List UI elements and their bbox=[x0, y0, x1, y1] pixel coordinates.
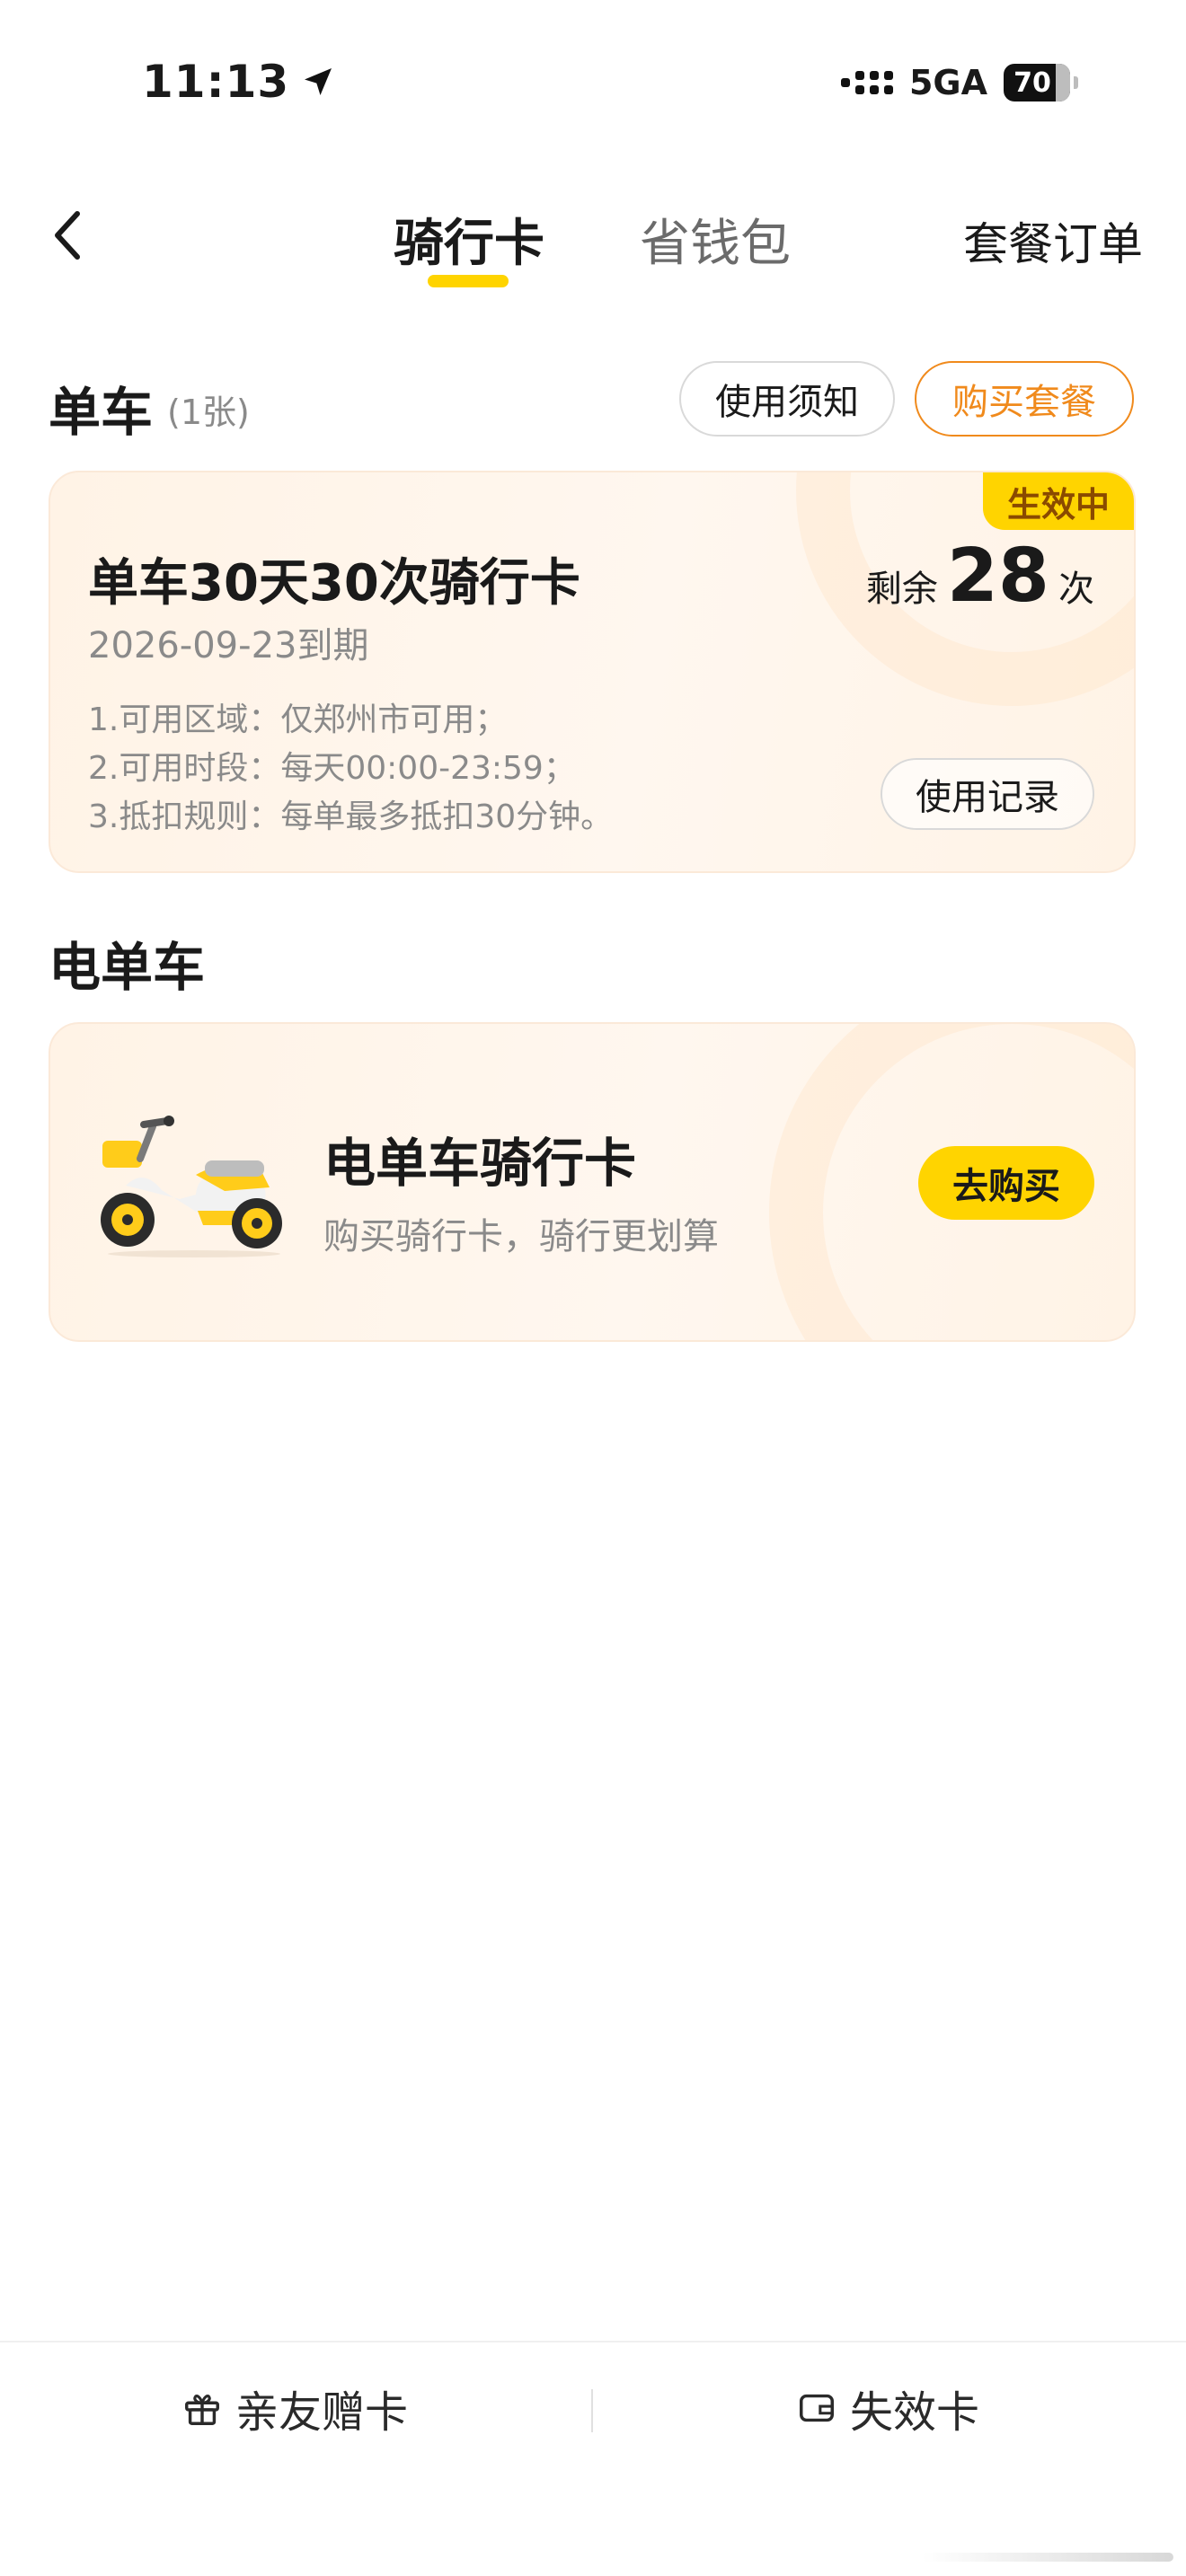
remaining-rides: 剩余 28 次 bbox=[866, 534, 1094, 619]
network-label: 5GA bbox=[908, 63, 987, 102]
remaining-count: 28 bbox=[946, 534, 1049, 619]
bottom-bar-divider bbox=[0, 2341, 1186, 2342]
remaining-label: 剩余 bbox=[865, 569, 938, 610]
bottom-bar-separator bbox=[591, 2389, 593, 2432]
expired-cards-button[interactable]: 失效卡 bbox=[796, 2377, 979, 2439]
active-status-badge: 生效中 bbox=[983, 472, 1134, 530]
ebike-card-title: 电单车骑行卡 bbox=[323, 1133, 637, 1194]
package-orders-link[interactable]: 套餐订单 bbox=[963, 208, 1143, 273]
status-time: 11:13 bbox=[142, 56, 336, 108]
ebike-card-subtitle: 购买骑行卡，骑行更划算 bbox=[323, 1216, 719, 1257]
home-indicator bbox=[922, 2553, 1173, 2562]
location-arrow-icon bbox=[305, 68, 332, 95]
go-buy-button[interactable]: 去购买 bbox=[918, 1146, 1094, 1220]
expired-cards-label: 失效卡 bbox=[850, 2387, 980, 2438]
gift-card-button[interactable]: 亲友赠卡 bbox=[181, 2377, 408, 2439]
tab-ride-card[interactable]: 骑行卡 bbox=[388, 203, 550, 276]
gift-card-label: 亲友赠卡 bbox=[235, 2387, 409, 2438]
usage-records-button[interactable]: 使用记录 bbox=[881, 758, 1094, 830]
bike-ride-card: 生效中 单车30天30次骑行卡 2026-09-23到期 1.可用区域：仅郑州市… bbox=[49, 471, 1136, 873]
rule-line: 3.抵扣规则：每单最多抵扣30分钟。 bbox=[88, 798, 614, 835]
rule-line: 1.可用区域：仅郑州市可用； bbox=[88, 701, 508, 738]
active-tab-indicator bbox=[428, 275, 509, 287]
rule-line: 2.可用时段：每天00:00-23:59； bbox=[88, 750, 576, 787]
back-arrow-icon[interactable] bbox=[50, 208, 86, 262]
status-indicators: 5GA 70 bbox=[840, 63, 1078, 102]
battery-icon: 70 bbox=[1004, 64, 1070, 101]
battery-level: 70 bbox=[1013, 66, 1051, 99]
battery-cap bbox=[1074, 76, 1078, 89]
ebike-ride-card[interactable]: 电单车骑行卡 购买骑行卡，骑行更划算 去购买 bbox=[49, 1022, 1136, 1342]
ride-card-expiry: 2026-09-23到期 bbox=[88, 625, 369, 666]
card-icon bbox=[800, 2394, 834, 2422]
bike-card-count: (1张) bbox=[167, 393, 250, 432]
ebike-section-title: 电单车 bbox=[49, 937, 206, 998]
tab-savings-pack[interactable]: 省钱包 bbox=[634, 203, 796, 276]
ride-card-name: 单车30天30次骑行卡 bbox=[88, 554, 580, 613]
remaining-unit: 次 bbox=[1058, 569, 1094, 610]
gift-icon bbox=[185, 2395, 219, 2425]
bike-section-title: 单车 bbox=[49, 382, 154, 443]
status-time-text: 11:13 bbox=[142, 56, 290, 108]
scooter-icon bbox=[101, 1116, 282, 1257]
signal-icon bbox=[840, 71, 893, 94]
buy-package-button[interactable]: 购买套餐 bbox=[915, 361, 1134, 437]
usage-notice-button[interactable]: 使用须知 bbox=[679, 361, 895, 437]
